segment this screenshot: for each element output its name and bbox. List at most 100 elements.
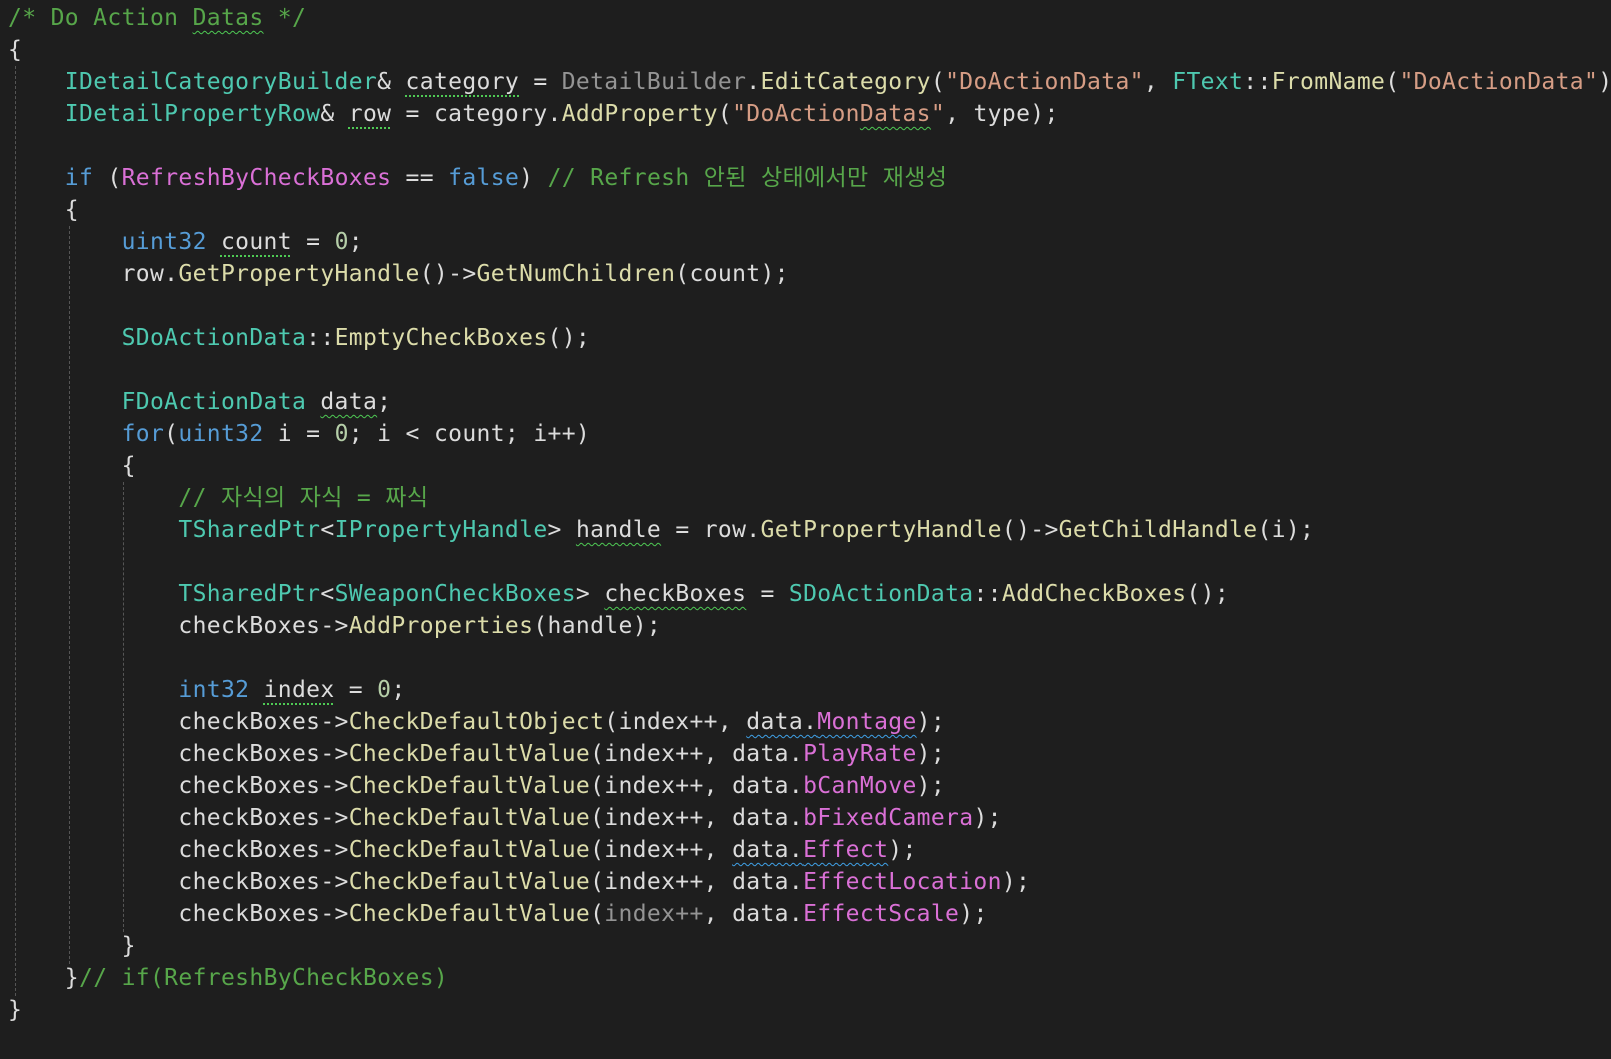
code-token-default: ; [348,229,363,255]
code-token-field: bCanMove [803,773,917,799]
code-token-number: 0 [334,229,349,255]
code-token-default: & [320,101,349,127]
code-token-default: ); [973,805,1002,831]
code-token-type: IPropertyHandle [334,517,548,543]
code-token-default: = [519,69,562,95]
code-token-default: } [8,997,23,1023]
code-line[interactable]: } [8,930,136,963]
code-token-default [8,325,122,351]
code-line[interactable]: IDetailCategoryBuilder& category = Detai… [8,66,1611,99]
code-token-default [8,165,65,191]
code-line[interactable]: for(uint32 i = 0; i < count; i++) [8,418,590,451]
code-line[interactable]: if (RefreshByCheckBoxes == false) // Ref… [8,162,947,195]
code-line[interactable]: checkBoxes->CheckDefaultValue(index++, d… [8,802,1002,835]
code-token-default: ); [916,741,946,767]
code-token-type: IDetailPropertyRow [64,101,321,127]
code-token-function: FromName [1271,69,1386,95]
code-token-default: , type); [945,101,1059,127]
code-line[interactable]: { [8,450,136,483]
code-token-default [207,229,221,255]
code-line[interactable]: checkBoxes->CheckDefaultObject(index++, … [8,706,945,739]
code-token-default: DetailBuilder [561,69,747,95]
code-token-string: "DoActionData" [1399,69,1599,95]
code-line[interactable]: checkBoxes->CheckDefaultValue(index++, d… [8,834,917,867]
code-token-function: GetPropertyHandle [760,517,1002,543]
code-line[interactable]: { [8,34,22,67]
code-token-default: { [8,197,79,223]
code-token-default: )); [1598,69,1611,95]
code-token-default: :: [973,581,1002,607]
code-token-default: (index++, data. [590,741,804,767]
code-token-default [249,677,263,703]
code-token-default: (handle); [533,613,662,639]
code-line[interactable]: row.GetPropertyHandle()->GetNumChildren(… [8,258,789,291]
code-token-default: (index++, data. [590,773,804,799]
code-token-function: CheckDefaultValue [348,773,591,799]
code-token-default: index [263,677,335,703]
code-token-field: EffectLocation [803,869,1002,895]
code-token-default: = category. [391,101,562,127]
code-token-comment: // 자식의 자식 = 짜식 [178,485,429,511]
code-token-function: AddProperty [561,101,718,127]
code-token-default: = [291,229,335,255]
code-line[interactable]: checkBoxes->CheckDefaultValue(index++, d… [8,866,1030,899]
code-token-default: ); [916,773,946,799]
code-token-field: Effect [803,837,889,863]
code-token-default: = [746,581,789,607]
code-token-default [8,581,178,607]
code-token-default: :: [1243,69,1272,95]
code-token-type: SDoActionData [121,325,307,351]
code-token-function: EditCategory [760,69,931,95]
code-line[interactable]: }// if(RefreshByCheckBoxes) [8,962,448,995]
code-token-default: checkBoxes-> [8,837,349,863]
code-token-default [8,389,122,415]
code-token-default: checkBoxes-> [8,709,349,735]
code-token-default: (count); [675,261,789,287]
code-line[interactable]: TSharedPtr<IPropertyHandle> handle = row… [8,514,1314,547]
code-line[interactable]: } [8,994,22,1027]
code-token-default: data. [732,837,804,863]
code-line[interactable]: TSharedPtr<SWeaponCheckBoxes> checkBoxes… [8,578,1229,611]
code-line[interactable]: int32 index = 0; [8,674,406,707]
code-token-default: ); [959,901,988,927]
code-line[interactable]: SDoActionData::EmptyCheckBoxes(); [8,322,590,355]
code-token-default: :: [306,325,335,351]
code-token-default: (index++, data. [590,805,804,831]
code-token-default: < [320,517,335,543]
code-editor[interactable]: /* Do Action Datas */{ IDetailCategoryBu… [0,0,1611,1059]
code-token-default: = [334,677,378,703]
code-token-default: ; i < count; i++) [348,421,591,447]
code-token-type: SDoActionData [788,581,974,607]
code-token-function: GetNumChildren [476,261,676,287]
code-token-comment: Datas [192,5,264,31]
code-line[interactable]: FDoActionData data; [8,386,391,419]
code-line[interactable]: checkBoxes->AddProperties(handle); [8,610,661,643]
code-token-type: TSharedPtr [178,581,321,607]
code-token-keyword: uint32 [178,421,264,447]
code-line[interactable]: checkBoxes->CheckDefaultValue(index++, d… [8,770,945,803]
code-token-default: data [320,389,378,415]
code-token-default: } [8,933,136,959]
code-line[interactable]: { [8,194,79,227]
code-token-default: . [746,69,761,95]
code-line[interactable]: /* Do Action Datas */ [8,2,306,35]
code-token-default: handle [575,517,662,543]
code-line[interactable]: checkBoxes->CheckDefaultValue(index++, d… [8,738,945,771]
code-token-field: bFixedCamera [803,805,974,831]
code-line[interactable]: uint32 count = 0; [8,226,363,259]
code-token-function: GetChildHandle [1058,517,1258,543]
code-token-type: FDoActionData [121,389,307,415]
code-token-function: CheckDefaultValue [348,805,591,831]
code-token-default: (index++, [604,709,747,735]
code-line[interactable]: // 자식의 자식 = 짜식 [8,482,428,515]
code-token-keyword: uint32 [121,229,207,255]
code-token-keyword: false [448,165,520,191]
code-token-default [8,517,178,543]
code-token-default: ( [590,901,605,927]
code-line[interactable]: IDetailPropertyRow& row = category.AddPr… [8,98,1059,131]
code-token-string: Datas [859,101,931,127]
code-token-default: i = [263,421,335,447]
code-token-default: , [1143,69,1173,95]
code-line[interactable]: checkBoxes->CheckDefaultValue(index++, d… [8,898,988,931]
code-token-keyword: if [64,165,94,191]
